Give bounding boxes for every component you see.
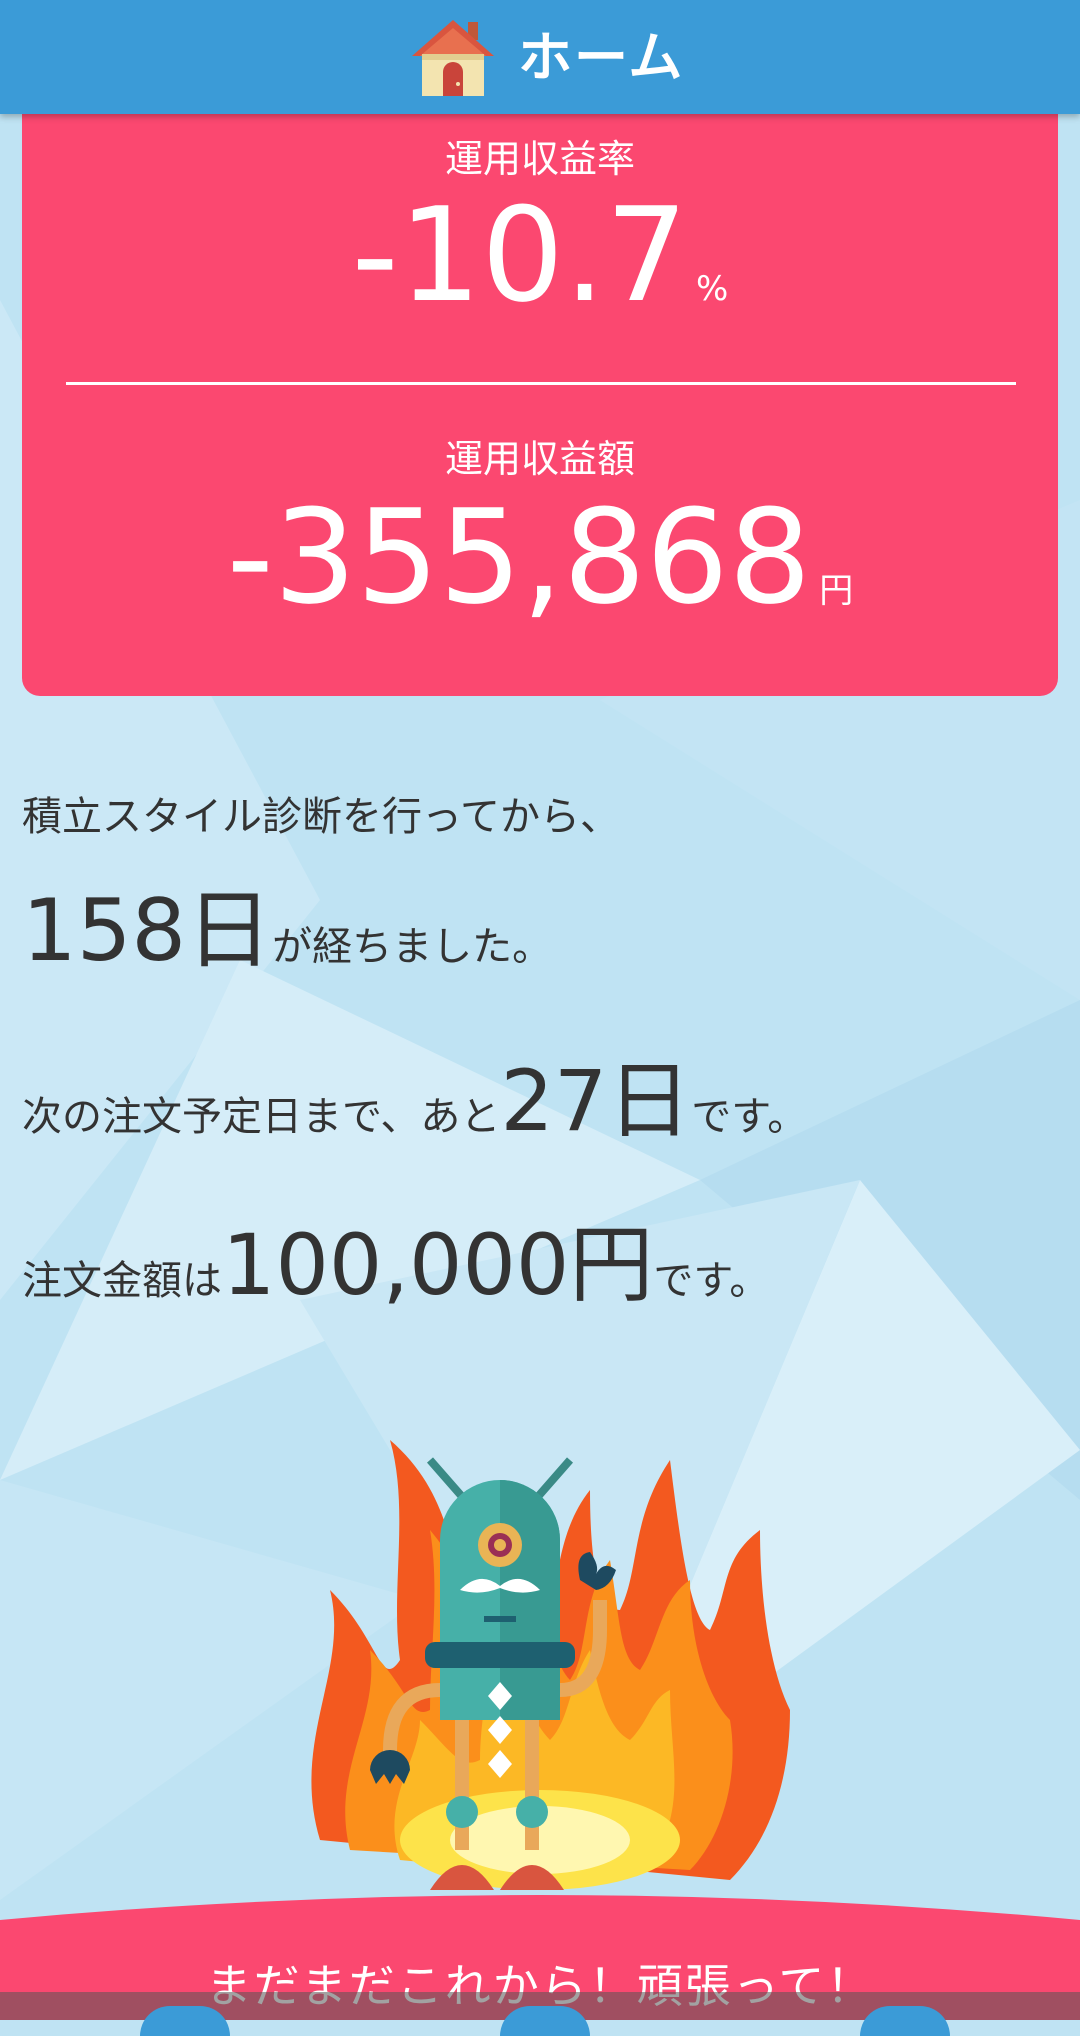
next-order-line: 次の注文予定日まで、あと27日です。 — [22, 1034, 807, 1155]
diagnosis-text: 積立スタイル診断を行ってから、 — [22, 794, 620, 840]
home-icon — [412, 20, 494, 96]
nav-item-center[interactable] — [500, 2006, 590, 2036]
profit-amount-value: -355,868 円 — [22, 492, 1058, 622]
page-title: ホーム — [518, 26, 685, 89]
profit-amount-unit: 円 — [819, 571, 854, 611]
next-order-prefix: 次の注文予定日まで、あと — [22, 1094, 501, 1140]
elapsed-days-line: 158日が経ちました。 — [22, 860, 552, 985]
profit-rate-number: -10.7 — [351, 179, 689, 331]
elapsed-days-value: 158日 — [22, 881, 273, 981]
profit-rate-unit: % — [696, 269, 729, 309]
next-order-suffix: です。 — [691, 1094, 808, 1140]
order-amount-suffix: です。 — [653, 1258, 770, 1304]
next-order-days: 27日 — [500, 1052, 692, 1150]
card-divider — [66, 382, 1016, 385]
profit-card: 運用収益率 -10.7% 運用収益額 -355,868 円 — [22, 80, 1058, 696]
nav-item-left[interactable] — [140, 2006, 230, 2036]
profit-rate-value: -10.7% — [22, 190, 1058, 320]
profit-amount-label: 運用収益額 — [444, 437, 635, 481]
profit-amount-number: -355,868 — [226, 481, 812, 633]
nav-item-right[interactable] — [860, 2006, 950, 2036]
order-amount-line: 注文金額は100,000円です。 — [22, 1198, 769, 1319]
elapsed-days-suffix: が経ちました。 — [272, 924, 553, 970]
order-amount-value: 100,000円 — [222, 1216, 654, 1314]
order-amount-prefix: 注文金額は — [22, 1258, 222, 1304]
profit-rate-label: 運用収益率 — [444, 137, 635, 181]
fire-robot-illustration — [311, 1440, 790, 1890]
app-header: ホーム — [0, 0, 1080, 114]
